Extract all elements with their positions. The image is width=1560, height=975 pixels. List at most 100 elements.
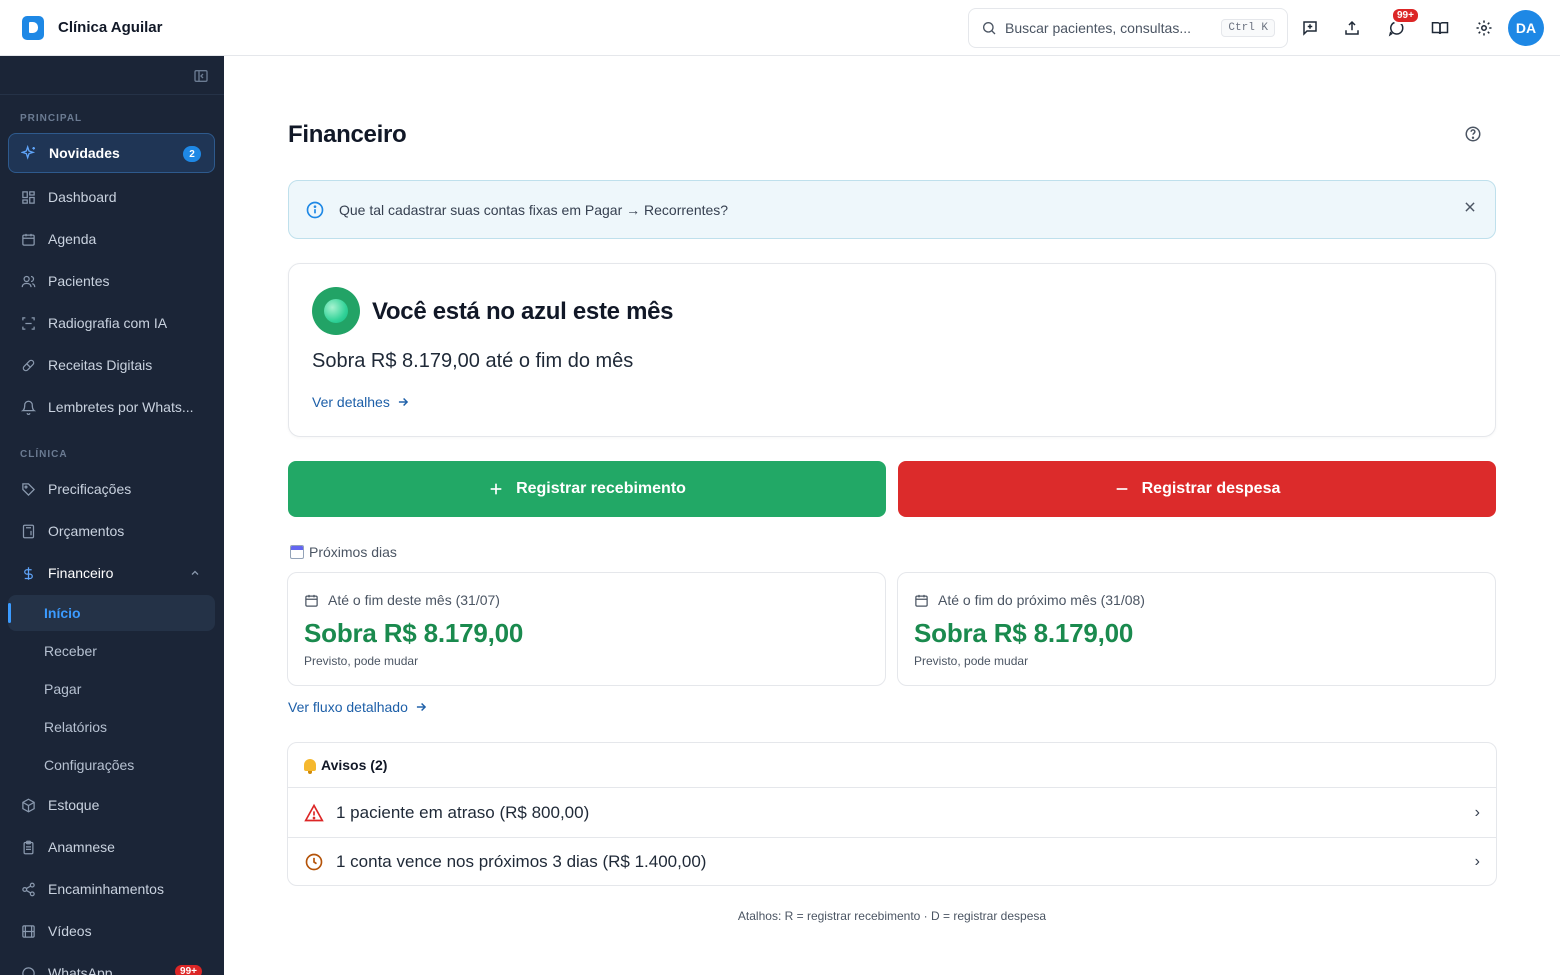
gear-icon[interactable] <box>1472 16 1496 40</box>
search-shortcut: Ctrl K <box>1221 19 1275 37</box>
sidebar-item-label: Receitas Digitais <box>48 357 153 373</box>
period-amount: Sobra R$ 8.179,00 <box>304 618 524 648</box>
search-input[interactable]: Buscar pacientes, consultas... Ctrl K <box>968 8 1288 48</box>
status-subtitle: Sobra R$ 8.179,00 até o fim do mês <box>312 350 634 372</box>
sidebar-subitem-inicio[interactable]: Início <box>8 595 215 631</box>
status-indicator-icon <box>312 287 360 335</box>
period-amount: Sobra R$ 8.179,00 <box>914 618 1134 648</box>
period-header: Até o fim deste mês (31/07) <box>304 592 500 608</box>
bell-icon <box>20 399 36 415</box>
status-title: Você está no azul este mês <box>372 298 674 325</box>
register-income-label: Registrar recebimento <box>516 480 686 497</box>
sidebar-item-estoque[interactable]: Estoque <box>8 785 215 825</box>
register-income-button[interactable]: Registrar recebimento <box>288 461 886 517</box>
book-icon[interactable] <box>1428 16 1452 40</box>
calendar-emoji-icon <box>290 545 304 559</box>
clipboard-icon <box>20 839 36 855</box>
sidebar-item-label: Dashboard <box>48 189 117 205</box>
sidebar-subitem-receber[interactable]: Receber <box>8 633 215 669</box>
sidebar-item-label: Encaminhamentos <box>48 881 164 897</box>
brand[interactable]: Clínica Aguilar <box>0 15 162 40</box>
sidebar-item-receitas[interactable]: Receitas Digitais <box>8 345 215 385</box>
detailed-flow-link[interactable]: Ver fluxo detalhado <box>288 699 428 715</box>
sidebar-subitem-relatorios[interactable]: Relatórios <box>8 709 215 745</box>
chevron-right-icon: › <box>1474 803 1480 821</box>
grid-icon <box>20 189 36 205</box>
alert-row-due-soon[interactable]: 1 conta vence nos próximos 3 dias (R$ 1.… <box>288 837 1496 885</box>
calendar-icon <box>305 594 318 607</box>
sidebar-item-agenda[interactable]: Agenda <box>8 219 215 259</box>
calendar-icon <box>20 231 36 247</box>
plus-icon <box>490 483 502 495</box>
detailed-flow-label: Ver fluxo detalhado <box>288 699 408 715</box>
brand-logo <box>22 15 44 40</box>
tip-text: Que tal cadastrar suas contas fixas em P… <box>339 201 729 218</box>
users-icon <box>20 273 36 289</box>
arrow-right-icon <box>416 702 426 712</box>
upload-icon[interactable] <box>1340 16 1364 40</box>
sidebar-item-orcamentos[interactable]: Orçamentos <box>8 511 215 551</box>
main-content: Financeiro Que tal cadastrar suas contas… <box>224 56 1560 975</box>
sidebar-collapse-icon[interactable] <box>193 68 209 89</box>
calculator-icon <box>20 523 36 539</box>
sidebar-item-label: Precificações <box>48 481 132 497</box>
sidebar-item-lembretes[interactable]: Lembretes por Whats... <box>8 387 215 427</box>
sidebar-item-radiografia[interactable]: Radiografia com IA <box>8 303 215 343</box>
tip-banner: Que tal cadastrar suas contas fixas em P… <box>288 180 1496 239</box>
sidebar-item-label: Novidades <box>49 145 120 161</box>
sidebar-subitem-configuracoes[interactable]: Configurações <box>8 747 215 783</box>
period-card-this-month[interactable]: Até o fim deste mês (31/07) Sobra R$ 8.1… <box>287 572 886 686</box>
details-link[interactable]: Ver detalhes <box>312 394 410 410</box>
scan-icon <box>20 315 36 331</box>
register-expense-button[interactable]: Registrar despesa <box>898 461 1496 517</box>
avatar[interactable]: DA <box>1508 10 1544 46</box>
chevron-right-icon: › <box>1474 853 1480 870</box>
whatsapp-icon <box>20 965 36 975</box>
sidebar-item-label: WhatsApp <box>48 965 113 975</box>
share-icon <box>20 881 36 897</box>
feedback-icon[interactable] <box>1298 16 1322 40</box>
sidebar-item-label: Lembretes por Whats... <box>48 399 194 415</box>
sidebar-item-videos[interactable]: Vídeos <box>8 911 215 951</box>
info-icon <box>306 201 324 218</box>
register-expense-label: Registrar despesa <box>1141 480 1281 497</box>
pill-icon <box>20 357 36 373</box>
novidades-count-badge: 2 <box>183 146 201 162</box>
sidebar-item-label: Orçamentos <box>48 523 125 539</box>
clock-icon <box>305 853 323 871</box>
sidebar-item-label: Anamnese <box>48 839 115 855</box>
bell-emoji-icon <box>304 759 316 774</box>
sidebar-subitem-pagar[interactable]: Pagar <box>8 671 215 707</box>
period-label: Até o fim do próximo mês (31/08) <box>938 592 1145 608</box>
sidebar: PRINCIPAL Novidades 2 Dashboard Agenda P… <box>0 56 224 975</box>
period-note: Previsto, pode mudar <box>304 654 419 668</box>
sidebar-item-whatsapp[interactable]: WhatsApp 99+ <box>8 953 215 975</box>
tag-icon <box>20 481 36 497</box>
chevron-up-icon[interactable] <box>189 566 201 582</box>
sidebar-item-pacientes[interactable]: Pacientes <box>8 261 215 301</box>
sidebar-item-financeiro[interactable]: Financeiro <box>8 553 215 593</box>
help-icon[interactable] <box>1464 125 1482 148</box>
alerts-panel: Avisos (2) 1 paciente em atraso (R$ 800,… <box>287 742 1497 886</box>
alert-row-overdue[interactable]: 1 paciente em atraso (R$ 800,00) › <box>288 788 1496 837</box>
sidebar-item-encaminhamentos[interactable]: Encaminhamentos <box>8 869 215 909</box>
page-title: Financeiro <box>288 121 407 148</box>
period-header: Até o fim do próximo mês (31/08) <box>914 592 1145 608</box>
search-icon <box>983 22 996 35</box>
sidebar-item-novidades[interactable]: Novidades 2 <box>8 133 215 173</box>
period-note: Previsto, pode mudar <box>914 654 1029 668</box>
period-card-next-month[interactable]: Até o fim do próximo mês (31/08) Sobra R… <box>897 572 1496 686</box>
sidebar-item-label: Vídeos <box>48 923 92 939</box>
sidebar-divider <box>0 94 224 95</box>
close-icon[interactable] <box>1463 200 1477 219</box>
sidebar-item-label: Agenda <box>48 231 97 247</box>
sidebar-item-anamnese[interactable]: Anamnese <box>8 827 215 867</box>
sidebar-item-label: Pacientes <box>48 273 110 289</box>
arrow-right-icon <box>398 397 408 407</box>
sidebar-item-precificacoes[interactable]: Precificações <box>8 469 215 509</box>
alerts-header: Avisos (2) <box>288 743 1496 788</box>
sidebar-item-dashboard[interactable]: Dashboard <box>8 177 215 217</box>
shortcuts-hint: Atalhos: R = registrar recebimento · D =… <box>737 909 1047 923</box>
next-days-heading: Próximos dias <box>290 544 397 560</box>
sidebar-item-label: Estoque <box>48 797 100 813</box>
